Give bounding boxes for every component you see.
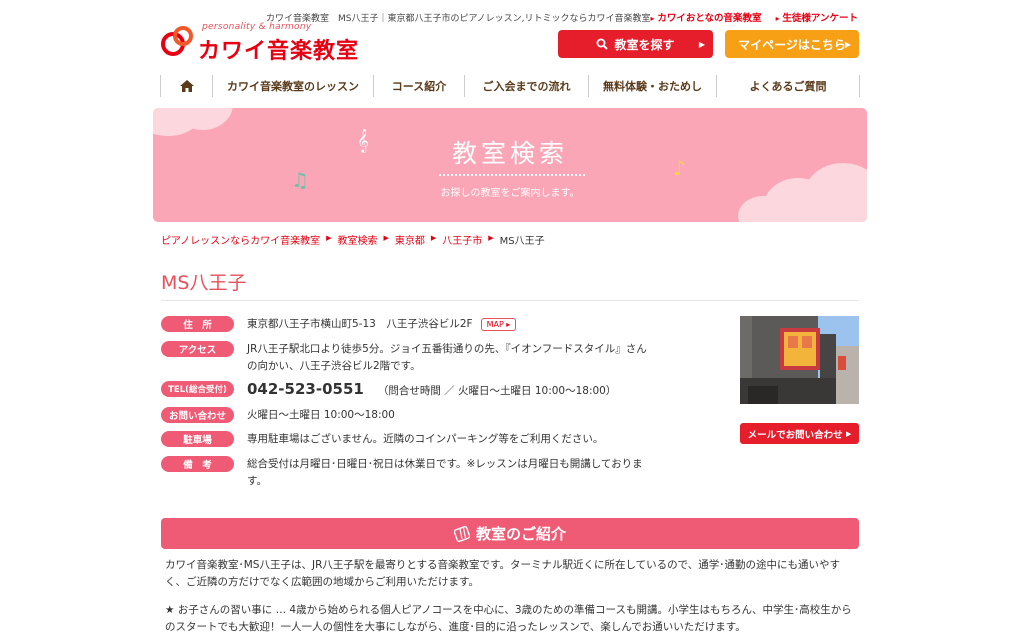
mypage-button[interactable]: マイページはこちら ▶: [725, 30, 859, 58]
search-icon: [596, 38, 609, 50]
nav-item-lessons[interactable]: カワイ音楽教室のレッスン: [212, 75, 373, 97]
logo[interactable]: personality & harmony カワイ音楽教室: [160, 20, 380, 65]
info-row-inquiry: お問い合わせ 火曜日〜土曜日 10:00〜18:00: [161, 407, 655, 424]
banner-title: 教室検索: [451, 139, 568, 168]
global-nav: カワイ音楽教室のレッスン コース紹介 ご入会までの流れ 無料体験・おためし よく…: [160, 75, 860, 97]
breadcrumb-current: MS八王子: [499, 236, 545, 247]
mail-inquiry-button[interactable]: メールでお問い合わせ ▶: [740, 423, 859, 444]
intro-heading-bar: 教室のご紹介: [161, 518, 859, 549]
info-row-remarks: 備 考 総合受付は月曜日･日曜日･祝日は休業日です。※レッスンは月曜日も開講して…: [161, 456, 655, 490]
chevron-right-icon: ▶: [845, 429, 852, 438]
classroom-name: MS八王子: [161, 272, 247, 294]
info-label: アクセス: [161, 341, 234, 357]
intro-paragraph-2: ★ お子さんの習い事に … 4歳から始められる個人ピアノコースを中心に、3歳のた…: [165, 604, 852, 633]
breadcrumb-separator-icon: ▶: [383, 234, 389, 242]
breadcrumb-separator-icon: ▶: [488, 234, 494, 242]
info-label: お問い合わせ: [161, 407, 234, 423]
page-banner: 𝄞 ♫ ♪ 教室検索 お探しの教室をご案内します。: [153, 108, 867, 222]
breadcrumb: ピアノレッスンならカワイ音楽教室 ▶ 教室検索 ▶ 東京都 ▶ 八王子市 ▶ M…: [161, 232, 545, 247]
breadcrumb-city[interactable]: 八王子市: [442, 232, 482, 247]
intro-heading: 教室のご紹介: [475, 525, 566, 543]
mail-inquiry-label: メールでお問い合わせ: [747, 429, 843, 441]
info-row-address: 住 所 東京都八王子市横山町5-13 八王子渋谷ビル2F MAP ▸: [161, 316, 655, 333]
survey-link[interactable]: 生徒様アンケート: [776, 10, 858, 24]
banner-divider: [439, 174, 585, 176]
info-label: 備 考: [161, 456, 234, 472]
info-label: 駐車場: [161, 431, 234, 447]
info-value: JR八王子駅北口より徒歩5分。ジョイ五番街通りの先、『イオンフードスタイル』さん…: [247, 343, 647, 372]
home-icon: [179, 80, 194, 92]
banner-subtitle: お探しの教室をご案内します。: [440, 188, 580, 199]
breadcrumb-home[interactable]: ピアノレッスンならカワイ音楽教室: [161, 232, 320, 247]
info-row-access: アクセス JR八王子駅北口より徒歩5分。ジョイ五番街通りの先、『イオンフードスタ…: [161, 341, 655, 375]
chevron-right-icon: ▶: [844, 39, 851, 49]
info-label: 住 所: [161, 316, 234, 332]
search-classroom-label: 教室を探す: [614, 37, 675, 52]
nav-home[interactable]: [160, 75, 212, 97]
address-text: 東京都八王子市横山町5-13 八王子渋谷ビル2F: [247, 318, 473, 330]
breadcrumb-search[interactable]: 教室検索: [338, 232, 378, 247]
info-row-tel: TEL(総合受付) 042-523-0551 （問合せ時間 ／ 火曜日〜土曜日 1…: [161, 381, 727, 400]
map-button[interactable]: MAP ▸: [480, 317, 517, 331]
logo-name: カワイ音楽教室: [198, 39, 360, 64]
chevron-right-icon: ▶: [698, 39, 705, 49]
nav-item-free-trial[interactable]: 無料体験・おためし: [588, 75, 716, 97]
page: personality & harmony カワイ音楽教室 カワイ音楽教室 MS…: [0, 0, 1024, 634]
breadcrumb-separator-icon: ▶: [326, 234, 332, 242]
breadcrumb-prefecture[interactable]: 東京都: [395, 232, 425, 247]
piano-keys-icon: [453, 525, 470, 542]
tel-number[interactable]: 042-523-0551: [247, 380, 364, 398]
info-value: 042-523-0551 （問合せ時間 ／ 火曜日〜土曜日 10:00〜18:00…: [247, 381, 727, 400]
intro-paragraph-1: カワイ音楽教室･MS八王子は、JR八王子駅を最寄りとする音楽教室です。ターミナル…: [165, 559, 841, 588]
title-divider: [161, 300, 859, 301]
classroom-photo: [740, 316, 859, 404]
mypage-label: マイページはこちら: [738, 37, 846, 52]
adult-class-link[interactable]: カワイおとなの音楽教室: [651, 10, 761, 24]
logo-mark-icon: [161, 26, 193, 56]
info-value: 総合受付は月曜日･日曜日･祝日は休業日です。※レッスンは月曜日も開講しております…: [247, 458, 643, 487]
map-button-label: MAP: [486, 319, 504, 329]
info-value: 専用駐車場はございません。近隣のコインパーキング等をご利用ください。: [247, 433, 604, 445]
nav-item-faq[interactable]: よくあるご質問: [716, 75, 860, 97]
nav-item-enrollment-flow[interactable]: ご入会までの流れ: [464, 75, 588, 97]
info-label: TEL(総合受付): [161, 381, 234, 397]
info-value: 火曜日〜土曜日 10:00〜18:00: [247, 409, 395, 421]
search-classroom-button[interactable]: 教室を探す ▶: [558, 30, 713, 58]
top-links: カワイおとなの音楽教室 生徒様アンケート: [651, 10, 858, 24]
info-value: 東京都八王子市横山町5-13 八王子渋谷ビル2F MAP ▸: [247, 316, 655, 333]
breadcrumb-separator-icon: ▶: [430, 234, 437, 242]
tel-hours-note: （問合せ時間 ／ 火曜日〜土曜日 10:00〜18:00）: [377, 385, 617, 397]
info-row-parking: 駐車場 専用駐車場はございません。近隣のコインパーキング等をご利用ください。: [161, 431, 655, 448]
site-description: カワイ音楽教室 MS八王子｜東京都八王子市のピアノレッスン,リトミックならカワイ…: [266, 14, 651, 24]
nav-item-courses[interactable]: コース紹介: [373, 75, 464, 97]
